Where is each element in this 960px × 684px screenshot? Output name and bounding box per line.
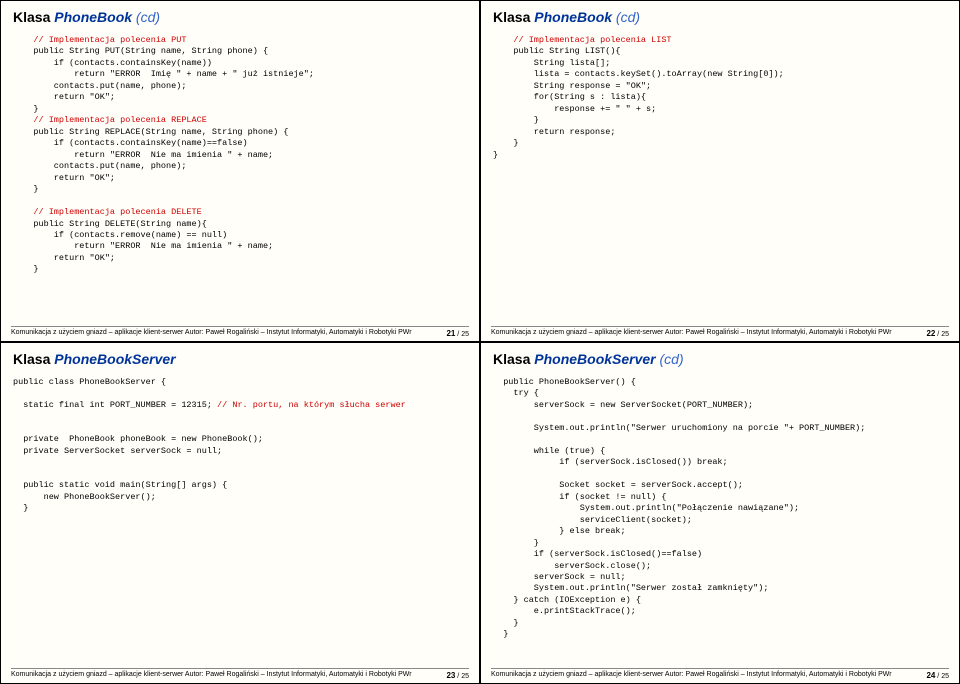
title-class: PhoneBook [54,9,132,25]
code-block: public class PhoneBookServer { static fi… [13,377,467,515]
code-line: Socket socket = serverSock.accept(); [493,480,743,490]
slide-title: Klasa PhoneBook (cd) [13,9,467,25]
comment: // Implementacja polecenia DELETE [13,207,202,217]
title-prefix: Klasa [13,9,50,25]
code-line: if (socket != null) { [493,492,666,502]
title-prefix: Klasa [493,351,530,367]
footer-text: Komunikacja z użyciem gniazd – aplikacje… [491,329,892,336]
code-line: } [493,538,539,548]
code-line: } [493,115,539,125]
comment: // Nr. portu, na którym słucha serwer [212,400,406,410]
code-line: } else break; [493,526,626,536]
title-prefix: Klasa [493,9,530,25]
slide-footer: Komunikacja z użyciem gniazd – aplikacje… [491,326,949,338]
code-line: public class PhoneBookServer { [13,377,166,387]
code-line: public String DELETE(String name){ [13,219,207,229]
footer-text: Komunikacja z użyciem gniazd – aplikacje… [491,671,892,678]
page-number: 21 / 25 [446,329,469,338]
code-line: } [493,138,519,148]
code-line: } [493,629,508,639]
code-line: e.printStackTrace(); [493,606,636,616]
code-line: } [13,264,39,274]
slide-title: Klasa PhoneBookServer (cd) [493,351,947,367]
code-line: return "OK"; [13,173,115,183]
code-line: if (contacts.containsKey(name)) [13,58,212,68]
code-line: private PhoneBook phoneBook = new PhoneB… [13,434,263,444]
code-line: System.out.println("Połączenie nawiązane… [493,503,799,513]
code-line: System.out.println("Serwer uruchomiony n… [493,423,865,433]
title-class: PhoneBookServer [534,351,655,367]
title-suffix: (cd) [660,351,684,367]
code-line: contacts.put(name, phone); [13,161,186,171]
page-number: 24 / 25 [926,671,949,680]
page-number: 22 / 25 [926,329,949,338]
code-line: if (serverSock.isClosed()) break; [493,457,728,467]
code-line: return "ERROR Nie ma imienia " + name; [13,150,273,160]
code-line: return "OK"; [13,253,115,263]
code-line: if (contacts.remove(name) == null) [13,230,227,240]
code-line: } [13,184,39,194]
code-line: public String REPLACE(String name, Strin… [13,127,288,137]
footer-text: Komunikacja z użyciem gniazd – aplikacje… [11,329,412,336]
code-line: return response; [493,127,615,137]
code-line: try { [493,388,539,398]
code-line: } [13,104,39,114]
title-class: PhoneBookServer [54,351,175,367]
code-line: } catch (IOException e) { [493,595,641,605]
code-line: return "ERROR Imię " + name + " już istn… [13,69,314,79]
slide-22: Klasa PhoneBook (cd) // Implementacja po… [480,0,960,342]
code-line: } [493,150,498,160]
slide-title: Klasa PhoneBook (cd) [493,9,947,25]
code-line: } [493,618,519,628]
slide-footer: Komunikacja z użyciem gniazd – aplikacje… [11,668,469,680]
code-line: return "ERROR Nie ma imienia " + name; [13,241,273,251]
code-line: serviceClient(socket); [493,515,692,525]
code-line: return "OK"; [13,92,115,102]
code-line: String lista[]; [493,58,610,68]
slide-footer: Komunikacja z użyciem gniazd – aplikacje… [11,326,469,338]
code-line: public String PUT(String name, String ph… [13,46,268,56]
code-line: private ServerSocket serverSock = null; [13,446,222,456]
slide-23: Klasa PhoneBookServer public class Phone… [0,342,480,684]
title-suffix: (cd) [616,9,640,25]
footer-text: Komunikacja z użyciem gniazd – aplikacje… [11,671,412,678]
code-line: while (true) { [493,446,605,456]
code-line: public PhoneBookServer() { [493,377,636,387]
code-line: System.out.println("Serwer został zamkni… [493,583,768,593]
code-line: if (serverSock.isClosed()==false) [493,549,702,559]
code-line: String response = "OK"; [493,81,651,91]
code-line: new PhoneBookServer(); [13,492,156,502]
code-line: if (contacts.containsKey(name)==false) [13,138,248,148]
page-number: 23 / 25 [446,671,469,680]
code-line: serverSock = new ServerSocket(PORT_NUMBE… [493,400,753,410]
code-line: public String LIST(){ [493,46,621,56]
code-block: // Implementacja polecenia PUT public St… [13,35,467,276]
comment: // Implementacja polecenia LIST [493,35,672,45]
code-line: contacts.put(name, phone); [13,81,186,91]
code-line: static final int PORT_NUMBER = 12315; [13,400,212,410]
code-line: lista = contacts.keySet().toArray(new St… [493,69,784,79]
title-suffix: (cd) [136,9,160,25]
title-prefix: Klasa [13,351,50,367]
code-line: response += " " + s; [493,104,656,114]
code-block: // Implementacja polecenia LIST public S… [493,35,947,161]
title-class: PhoneBook [534,9,612,25]
slide-title: Klasa PhoneBookServer [13,351,467,367]
code-line: } [13,503,28,513]
comment: // Implementacja polecenia REPLACE [13,115,207,125]
code-line: public static void main(String[] args) { [13,480,227,490]
slide-24: Klasa PhoneBookServer (cd) public PhoneB… [480,342,960,684]
code-line: for(String s : lista){ [493,92,646,102]
code-line: serverSock = null; [493,572,626,582]
slide-footer: Komunikacja z użyciem gniazd – aplikacje… [491,668,949,680]
code-block: public PhoneBookServer() { try { serverS… [493,377,947,641]
comment: // Implementacja polecenia PUT [13,35,186,45]
slide-21: Klasa PhoneBook (cd) // Implementacja po… [0,0,480,342]
code-line: serverSock.close(); [493,561,651,571]
